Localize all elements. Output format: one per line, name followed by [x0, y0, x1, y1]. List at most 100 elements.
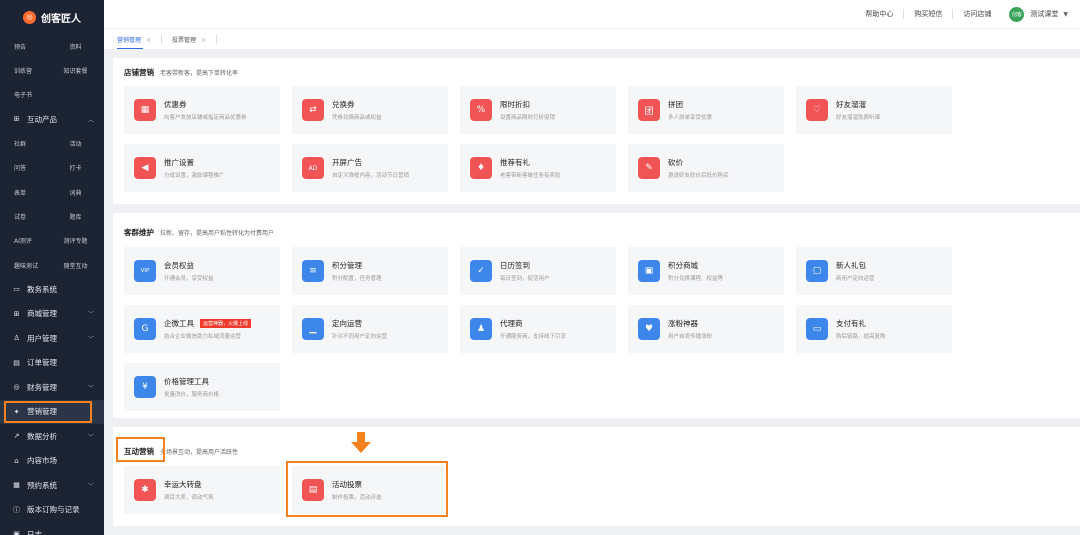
menu-log[interactable]: ▣ 日志 — [0, 522, 104, 535]
card-desc: 设置商品限时打折促销 — [500, 115, 556, 121]
visit-store-link[interactable]: 访问店铺 — [953, 9, 1001, 19]
submenu-row: 训练营 知识套餐 — [0, 58, 104, 82]
card-targeted-ops[interactable]: ▁ 定向运营针对不同用户定向运营 — [292, 305, 448, 353]
card-lucky-wheel[interactable]: ✱ 幸运大转盘 满目大奖，调动气氛 — [124, 466, 280, 514]
calendar-icon: ▦ — [13, 481, 20, 490]
submenu-row: 电子书 — [0, 83, 104, 107]
submenu-item[interactable]: 测评专题 — [55, 236, 104, 245]
card-flash-discount[interactable]: % 限时折扣设置商品限时打折促销 — [460, 86, 616, 134]
card-membership[interactable]: VIP 会员权益 开通会员，享受权益 — [124, 247, 280, 295]
help-center-link[interactable]: 帮助中心 — [855, 9, 905, 19]
menu-academic[interactable]: ▭ 教务系统 — [0, 277, 104, 302]
vip-icon: VIP — [134, 260, 156, 282]
menu-mall[interactable]: ⊞ 商城管理 ﹀ — [0, 302, 104, 327]
menu-users[interactable]: ♙ 用户管理 ﹀ — [0, 326, 104, 351]
section-store-marketing: 店铺营销 老客带新客，提高下单转化率 ▦ 优惠券 向客户发放店铺或指定商品优惠券 … — [113, 58, 1080, 204]
menu-orders[interactable]: ▤ 订单管理 — [0, 351, 104, 376]
card-desc: 邀请好友砍价后低价购买 — [668, 173, 729, 179]
submenu-item[interactable]: AI测评 — [14, 236, 55, 245]
submenu-item[interactable]: 训练营 — [14, 66, 55, 75]
sidebar: ◎ 创客匠人 预告 资料 训练营 知识套餐 电子书 ⊞ 互动产品 ︿ 社群 活动… — [0, 0, 104, 535]
submenu-item[interactable]: 问答 — [14, 163, 55, 172]
market-icon: ⌂ — [14, 456, 19, 465]
menu-marketing[interactable]: ✦ 营销管理 — [0, 399, 104, 425]
card-desc: 针对不同用户定向运营 — [332, 334, 388, 340]
card-fan-growth[interactable]: ♥ 涨粉神器 用户自发传播涨粉 — [628, 305, 784, 353]
buy-sms-link[interactable]: 购买短信 — [904, 9, 954, 19]
grid-icon: ⊞ — [13, 115, 20, 124]
avatar[interactable]: 创客 — [1009, 6, 1025, 22]
card-name: 积分管理 — [332, 261, 362, 270]
submenu-item[interactable]: 知识套餐 — [55, 66, 104, 75]
card-name: 定向运营 — [332, 319, 362, 328]
card-desc: 积分配置，任务管理 — [332, 276, 382, 282]
gift-icon: ♦ — [470, 157, 492, 179]
submenu-item[interactable]: 资料 — [55, 42, 104, 51]
menu-finance[interactable]: ◎ 财务管理 ﹀ — [0, 375, 104, 400]
submenu-item[interactable]: 打卡 — [55, 163, 104, 172]
card-promotion[interactable]: ◀ 推广设置 分成设置，激励课程推广 — [124, 144, 280, 192]
submenu-item[interactable]: 随堂互动 — [55, 261, 104, 270]
bar-chart-icon: ▁ — [302, 318, 324, 340]
brand[interactable]: ◎ 创客匠人 — [0, 0, 104, 34]
submenu-item[interactable]: 趣味测试 — [14, 261, 55, 270]
card-splash-ad[interactable]: AD 开屏广告 自定义弹框内容，活动节日营销 — [292, 144, 448, 192]
menu-content-market[interactable]: ⌂ 内容市场 — [0, 449, 104, 474]
hot-badge: 运营神器，火爆上线 — [200, 319, 252, 328]
menu-version[interactable]: ⓘ 版本订购与记录 — [0, 498, 104, 523]
card-payment-gift[interactable]: ▭ 支付有礼 购后链路，提高复购 — [796, 305, 952, 353]
card-agent[interactable]: ♟ 代理商 开通服务商，支持线下引流 — [460, 305, 616, 353]
submenu-item[interactable]: 社群 — [14, 139, 55, 148]
card-newcomer-gift[interactable]: ▢ 新人礼包 新用户定向运营 — [796, 247, 952, 295]
card-points-mall[interactable]: ▣ 积分商城 积分兑换课程、权益等 — [628, 247, 784, 295]
close-icon[interactable]: × — [146, 37, 151, 44]
card-referral[interactable]: ♦ 推荐有礼 老客带新客做任务有奖励 — [460, 144, 616, 192]
section-title: 客群维护 — [124, 228, 154, 237]
info-icon: ⓘ — [13, 505, 20, 514]
menu-label: 互动产品 — [27, 114, 57, 124]
close-icon[interactable]: × — [201, 37, 206, 44]
card-checkin[interactable]: ✓ 日历签到 每日签到，促活用户 — [460, 247, 616, 295]
card-name: 推广设置 — [164, 158, 194, 167]
submenu-item[interactable]: 词典 — [55, 188, 104, 197]
menu-interactive-products[interactable]: ⊞ 互动产品 ︿ — [0, 107, 104, 132]
discount-icon: % — [470, 99, 492, 121]
card-price-tool[interactable]: ¥ 价格管理工具 批量改价，服务商价格 — [124, 363, 280, 411]
card-coupon[interactable]: ▦ 优惠券 向客户发放店铺或指定商品优惠券 — [124, 86, 280, 134]
cart-icon: ⊞ — [13, 309, 20, 318]
submenu-item[interactable]: 活动 — [55, 139, 104, 148]
menu-label: 财务管理 — [27, 382, 57, 392]
chevron-down-icon: ﹀ — [87, 384, 94, 392]
card-desc: 自定义弹框内容，活动节日营销 — [332, 173, 410, 179]
wecom-icon: G — [134, 318, 156, 340]
menu-analytics[interactable]: ↗ 数据分析 ﹀ — [0, 424, 104, 449]
card-friend-share[interactable]: ♡ 好友溜溜 好友溜溜免费听课 — [796, 86, 952, 134]
tab-vote[interactable]: 投票管理 × — [172, 34, 218, 44]
submenu-item[interactable]: 试卷 — [14, 212, 55, 221]
top-bar: 帮助中心 购买短信 访问店铺 创客 测试课堂 ▼ — [104, 0, 1080, 28]
chevron-down-icon[interactable]: ▼ — [1063, 11, 1068, 18]
card-bargain[interactable]: ✎ 砍价 邀请好友砍价后低价购买 — [628, 144, 784, 192]
tab-marketing[interactable]: 营销管理 × — [117, 34, 163, 49]
card-points[interactable]: ≡ 积分管理 积分配置，任务管理 — [292, 247, 448, 295]
tag-icon: ✎ — [638, 157, 660, 179]
submenu-item[interactable]: 表单 — [14, 188, 55, 197]
submenu-item[interactable]: 题库 — [55, 212, 104, 221]
agent-icon: ♟ — [470, 318, 492, 340]
calendar-check-icon: ✓ — [470, 260, 492, 282]
tab-label: 投票管理 — [172, 36, 197, 44]
card-voucher[interactable]: ⇄ 兑换券 凭券兑换商品或权益 — [292, 86, 448, 134]
submenu-item[interactable]: 预告 — [14, 42, 55, 51]
menu-label: 日志 — [27, 529, 42, 535]
card-wecom-tool[interactable]: G 企微工具 运营神器，火爆上线 结合企业微信助力私域流量运营 — [124, 305, 280, 353]
username[interactable]: 测试课堂 — [1030, 9, 1058, 19]
heart-plus-icon: ♥ — [638, 318, 660, 340]
highlight-box — [4, 400, 92, 423]
card-name: 限时折扣 — [500, 100, 530, 109]
card-desc: 好友溜溜免费听课 — [836, 115, 881, 121]
card-name: 推荐有礼 — [500, 158, 530, 167]
menu-booking[interactable]: ▦ 预约系统 ﹀ — [0, 473, 104, 498]
card-group-buy[interactable]: 团 拼团 多人拼单享受优惠 — [628, 86, 784, 134]
submenu-item[interactable]: 电子书 — [14, 90, 55, 99]
menu-label: 用户管理 — [27, 333, 57, 343]
